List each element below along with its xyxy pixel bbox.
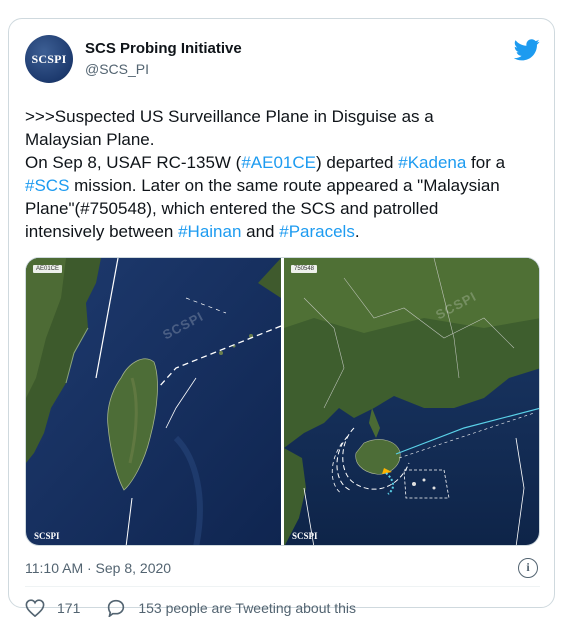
author-names[interactable]: SCS Probing Initiative @SCS_PI <box>85 39 242 79</box>
heart-icon <box>25 599 45 617</box>
tweet-actions: 171 153 people are Tweeting about this <box>25 595 356 621</box>
text-segment: Malaysian Plane. <box>25 130 155 149</box>
avatar-text: SCSPI <box>31 51 67 66</box>
hashtag-kadena[interactable]: #Kadena <box>398 153 466 172</box>
hashtag-paracels[interactable]: #Paracels <box>279 222 355 241</box>
map-image-hainan[interactable]: 750548 SCSPI SCSPI <box>284 258 539 545</box>
map-flight-label: 750548 <box>291 265 318 273</box>
map-logo: SCSPI <box>34 531 60 541</box>
text-segment: mission. Later on the same route appeare… <box>69 176 500 195</box>
divider <box>25 586 540 587</box>
text-segment: intensively between <box>25 222 179 241</box>
tweet-media[interactable]: AE01CE SCSPI SCSPI 750548 SCSPI SCSPI <box>25 257 540 546</box>
text-segment: ) departed <box>316 153 399 172</box>
text-segment: On Sep 8, USAF RC-135W ( <box>25 153 242 172</box>
author-handle[interactable]: @SCS_PI <box>85 59 242 79</box>
tweet-card[interactable]: SCSPI SCS Probing Initiative @SCS_PI >>>… <box>8 18 555 617</box>
twitter-bird-icon[interactable] <box>514 39 540 61</box>
info-icon[interactable]: i <box>518 558 538 578</box>
taiwan-satellite-map <box>26 258 281 545</box>
conversation-link[interactable]: 153 people are Tweeting about this <box>106 599 356 617</box>
tweet-line: >>>Suspected US Surveillance Plane in Di… <box>25 105 545 128</box>
conversation-text: 153 people are Tweeting about this <box>138 600 357 616</box>
like-count: 171 <box>57 600 81 616</box>
text-segment: for a <box>466 153 506 172</box>
tweet-line: On Sep 8, USAF RC-135W (#AE01CE) departe… <box>25 151 545 174</box>
text-segment: >>>Suspected US Surveillance Plane in Di… <box>25 107 434 126</box>
tweet-line: #SCS mission. Later on the same route ap… <box>25 174 545 197</box>
map-logo: SCSPI <box>292 531 318 541</box>
tweet-timestamp[interactable]: 11:10 AM · Sep 8, 2020 <box>25 560 171 576</box>
speech-bubble-icon <box>108 599 125 617</box>
text-segment: and <box>241 222 280 241</box>
tweet-header: SCSPI SCS Probing Initiative @SCS_PI <box>25 33 540 85</box>
hashtag-ae01ce[interactable]: #AE01CE <box>241 153 316 172</box>
tweet-text: >>>Suspected US Surveillance Plane in Di… <box>25 105 545 243</box>
map-flight-label: AE01CE <box>33 265 63 273</box>
tweet-line: intensively between #Hainan and #Paracel… <box>25 220 545 243</box>
text-segment: Plane"(#750548), which entered the SCS a… <box>25 199 439 218</box>
hashtag-hainan[interactable]: #Hainan <box>178 222 241 241</box>
hainan-satellite-map <box>284 258 539 545</box>
hashtag-scs[interactable]: #SCS <box>25 176 69 195</box>
like-button[interactable]: 171 <box>25 599 80 617</box>
map-image-taiwan[interactable]: AE01CE SCSPI SCSPI <box>26 258 281 545</box>
text-segment: . <box>354 222 360 241</box>
author-display-name[interactable]: SCS Probing Initiative <box>85 39 242 59</box>
avatar[interactable]: SCSPI <box>25 35 73 83</box>
tweet-line: Plane"(#750548), which entered the SCS a… <box>25 197 545 220</box>
tweet-line: Malaysian Plane. <box>25 128 545 151</box>
